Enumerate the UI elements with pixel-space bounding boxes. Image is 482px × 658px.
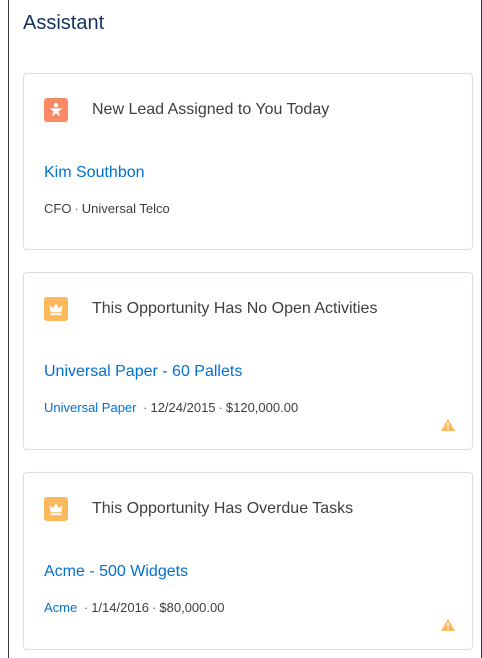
card-heading: This Opportunity Has No Open Activities bbox=[92, 300, 378, 317]
opportunity-record-link[interactable]: Acme - 500 Widgets bbox=[44, 563, 188, 581]
opportunity-crown-icon bbox=[44, 497, 68, 521]
separator: · bbox=[143, 400, 148, 415]
account-link[interactable]: Acme bbox=[44, 600, 77, 615]
separator: · bbox=[83, 600, 89, 615]
opportunity-meta: Universal Paper · 12/24/2015 · $120,000.00 bbox=[44, 400, 298, 415]
separator: · bbox=[218, 400, 223, 415]
lead-meta: CFO · Universal Telco bbox=[44, 201, 170, 216]
opportunity-meta: Acme · 1/14/2016 · $80,000.00 bbox=[44, 600, 224, 615]
assistant-card-no-activities: This Opportunity Has No Open Activities … bbox=[23, 272, 473, 450]
warning-icon bbox=[441, 419, 455, 431]
amount: $120,000.00 bbox=[225, 400, 299, 415]
warning-icon bbox=[441, 619, 455, 631]
lead-icon bbox=[44, 98, 68, 122]
close-date: 1/14/2016 bbox=[91, 600, 150, 615]
separator: · bbox=[152, 600, 157, 615]
panel-title: Assistant bbox=[23, 12, 105, 34]
card-header: New Lead Assigned to You Today bbox=[44, 98, 329, 122]
lead-record-link[interactable]: Kim Southbon bbox=[44, 164, 145, 182]
lead-company: Universal Telco bbox=[81, 201, 170, 216]
close-date: 12/24/2015 bbox=[150, 400, 216, 415]
card-heading: This Opportunity Has Overdue Tasks bbox=[92, 500, 354, 517]
assistant-card-overdue-tasks: This Opportunity Has Overdue Tasks Acme … bbox=[23, 472, 473, 650]
assistant-panel: Assistant New Lead Assigned to You Today… bbox=[8, 0, 482, 658]
amount: $80,000.00 bbox=[159, 600, 225, 615]
assistant-card-lead: New Lead Assigned to You Today Kim South… bbox=[23, 73, 473, 250]
lead-title: CFO bbox=[44, 201, 72, 216]
separator: · bbox=[74, 201, 79, 216]
opportunity-record-link[interactable]: Universal Paper - 60 Pallets bbox=[44, 363, 242, 381]
card-header: This Opportunity Has Overdue Tasks bbox=[44, 497, 353, 521]
card-header: This Opportunity Has No Open Activities bbox=[44, 297, 377, 321]
account-link[interactable]: Universal Paper bbox=[44, 400, 137, 415]
opportunity-crown-icon bbox=[44, 297, 68, 321]
card-heading: New Lead Assigned to You Today bbox=[92, 101, 330, 118]
